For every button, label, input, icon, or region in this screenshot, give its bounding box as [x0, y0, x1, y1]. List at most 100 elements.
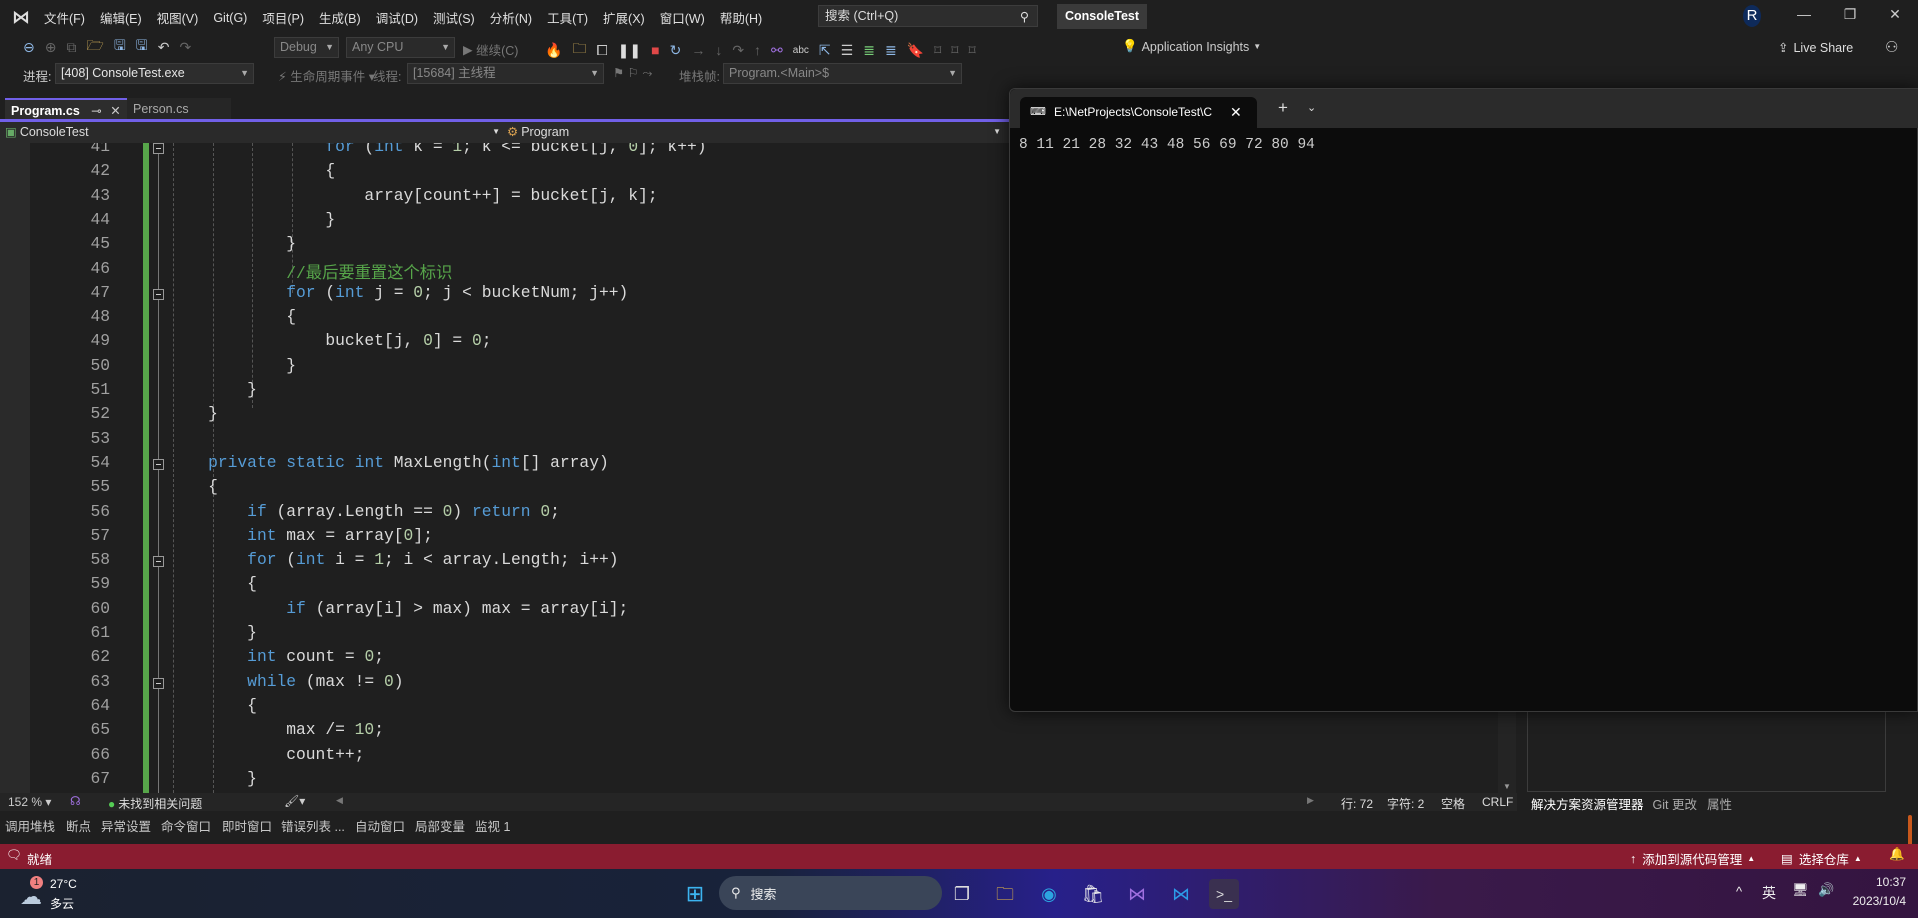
- code-line[interactable]: int count = 0;: [169, 647, 384, 666]
- code-line[interactable]: }: [169, 356, 296, 375]
- ime-indicator[interactable]: 英: [1762, 883, 1776, 903]
- menu-build[interactable]: 生成(B): [319, 8, 361, 27]
- next-bookmark-icon[interactable]: ⌑: [951, 42, 958, 59]
- add-source-control-button[interactable]: ↑ 添加到源代码管理 ▲: [1630, 849, 1755, 868]
- open-file-icon[interactable]: 🗁: [86, 35, 103, 59]
- tab-call-stack[interactable]: 调用堆栈: [5, 816, 55, 835]
- volume-icon[interactable]: 🔊: [1818, 882, 1834, 898]
- spellcheck-icon[interactable]: abc: [793, 45, 809, 56]
- file-explorer-icon[interactable]: 🗀: [990, 879, 1020, 909]
- stackframe-dropdown[interactable]: Program.<Main>$ ▼: [723, 63, 962, 84]
- code-line[interactable]: int max = array[0];: [169, 526, 433, 545]
- undo-icon[interactable]: ↶: [158, 39, 170, 56]
- save-all-icon[interactable]: 🖫: [136, 35, 148, 59]
- diagnostics-icon[interactable]: ⚯: [771, 42, 783, 59]
- clear-bookmark-icon[interactable]: ⌑: [968, 42, 975, 59]
- prev-bookmark-icon[interactable]: ⌑: [934, 42, 941, 59]
- step-into-icon[interactable]: ↓: [715, 42, 722, 58]
- minimize-button[interactable]: —: [1794, 6, 1814, 22]
- type-dropdown[interactable]: ⚙ Program ▼: [507, 124, 1003, 140]
- collapse-icon[interactable]: [153, 556, 164, 568]
- code-line[interactable]: while (max != 0): [169, 672, 403, 691]
- tab-person-cs[interactable]: Person.cs: [127, 98, 231, 120]
- code-line[interactable]: {: [169, 307, 296, 326]
- whitespace-indicator[interactable]: 空格: [1441, 795, 1465, 812]
- terminal-tab[interactable]: ⌨ E:\NetProjects\ConsoleTest\C ✕: [1020, 97, 1257, 128]
- project-dropdown[interactable]: ▣ ConsoleTest ▼: [5, 124, 502, 140]
- menu-view[interactable]: 视图(V): [157, 8, 199, 27]
- taskbar-search[interactable]: ⚲ 搜索: [719, 876, 942, 910]
- code-line[interactable]: array[count++] = bucket[j, k];: [169, 186, 657, 205]
- network-icon[interactable]: 🖥: [1792, 882, 1809, 898]
- code-line[interactable]: }: [169, 769, 257, 788]
- code-line[interactable]: }: [169, 210, 335, 229]
- code-line[interactable]: count++;: [169, 745, 364, 764]
- code-line[interactable]: for (int i = 1; i < array.Length; i++): [169, 550, 618, 569]
- line-indicator[interactable]: 行: 72: [1341, 795, 1373, 812]
- menu-git[interactable]: Git(G): [213, 11, 247, 25]
- configuration-dropdown[interactable]: Debug ▼: [274, 37, 339, 58]
- tab-properties[interactable]: 属性: [1707, 794, 1732, 813]
- comment-icon[interactable]: ≣: [863, 42, 875, 59]
- menu-analyze[interactable]: 分析(N): [490, 8, 532, 27]
- tab-git-changes[interactable]: Git 更改: [1653, 794, 1697, 813]
- code-line[interactable]: max /= 10;: [169, 720, 384, 739]
- terminal-window[interactable]: ⌨ E:\NetProjects\ConsoleTest\C ✕ + ⌄ 8 1…: [1009, 88, 1918, 712]
- flag-thread-icon[interactable]: ⚑ ⚐ ⤳: [613, 65, 652, 81]
- collapse-icon[interactable]: [153, 677, 164, 689]
- clock-date[interactable]: 2023/10/4: [1853, 894, 1906, 908]
- thread-dropdown[interactable]: [15684] 主线程 ▼: [407, 63, 604, 84]
- process-dropdown[interactable]: [408] ConsoleTest.exe ▼: [55, 63, 254, 84]
- indicator-margin[interactable]: [0, 143, 30, 793]
- show-hidden-icons[interactable]: ^: [1736, 884, 1742, 899]
- tab-locals[interactable]: 局部变量: [415, 816, 465, 835]
- code-line[interactable]: for (int k = 1; k <= bucket[j, 0]; k++): [169, 143, 706, 156]
- cursor-icon[interactable]: ⇱: [819, 42, 831, 59]
- menu-window[interactable]: 窗口(W): [660, 8, 705, 27]
- microsoft-store-icon[interactable]: 🛍: [1078, 879, 1108, 909]
- collapse-icon[interactable]: [153, 143, 164, 154]
- continue-button[interactable]: ▶ 继续(C): [463, 40, 518, 59]
- platform-dropdown[interactable]: Any CPU ▼: [346, 37, 455, 58]
- pin-icon[interactable]: ⊸: [91, 104, 101, 118]
- select-repo-button[interactable]: ▤ 选择仓库 ▲: [1781, 849, 1862, 868]
- feedback-icon[interactable]: ⚇: [1885, 38, 1898, 56]
- collapse-icon[interactable]: [153, 288, 164, 300]
- terminal-icon[interactable]: >_: [1209, 879, 1239, 909]
- uncomment-icon[interactable]: ≣: [885, 42, 897, 59]
- zoom-dropdown[interactable]: 152 % ▾: [8, 795, 51, 809]
- window-icon[interactable]: ⧠: [596, 42, 607, 59]
- tab-command-window[interactable]: 命令窗口: [161, 816, 211, 835]
- code-line[interactable]: }: [169, 380, 257, 399]
- code-line[interactable]: private static int MaxLength(int[] array…: [169, 453, 609, 472]
- application-insights-button[interactable]: 💡 Application Insights ▼: [1122, 39, 1261, 54]
- menu-edit[interactable]: 编辑(E): [100, 8, 142, 27]
- new-tab-icon[interactable]: +: [1278, 98, 1288, 118]
- start-windows-icon[interactable]: ⊞: [680, 879, 710, 909]
- bookmark-icon[interactable]: 🔖: [907, 42, 924, 59]
- code-line[interactable]: bucket[j, 0] = 0;: [169, 331, 491, 350]
- close-button[interactable]: ✕: [1885, 6, 1905, 23]
- vscode-icon[interactable]: ⋈: [1166, 879, 1196, 909]
- live-share-button[interactable]: ⇪ Live Share: [1778, 40, 1853, 56]
- scroll-right-icon[interactable]: ▶: [1307, 795, 1314, 806]
- search-input[interactable]: 搜索 (Ctrl+Q) ⚲: [818, 5, 1038, 27]
- code-cleanup-icon[interactable]: 🖌▾: [284, 794, 305, 808]
- redo-icon[interactable]: ↷: [179, 39, 191, 56]
- clock-time[interactable]: 10:37: [1876, 875, 1906, 889]
- menu-test[interactable]: 测试(S): [433, 8, 475, 27]
- format-icon[interactable]: ☰: [841, 42, 854, 59]
- line-ending-indicator[interactable]: CRLF: [1482, 795, 1513, 809]
- char-indicator[interactable]: 字符: 2: [1387, 795, 1424, 812]
- tab-program-cs[interactable]: Program.cs ⊸ ✕: [5, 98, 127, 120]
- lifecycle-events-button[interactable]: ⚡ 生命周期事件 ▾: [278, 66, 375, 85]
- task-view-icon[interactable]: ❐: [947, 879, 977, 909]
- menu-debug[interactable]: 调试(D): [376, 8, 418, 27]
- visual-studio-logo-icon[interactable]: ⋈: [12, 7, 30, 28]
- code-line[interactable]: if (array[i] > max) max = array[i];: [169, 599, 628, 618]
- edge-icon[interactable]: ◉: [1034, 879, 1064, 909]
- avatar[interactable]: R: [1743, 5, 1761, 27]
- tab-autos[interactable]: 自动窗口: [355, 816, 405, 835]
- step-next-icon[interactable]: →: [691, 42, 705, 58]
- code-line[interactable]: for (int j = 0; j < bucketNum; j++): [169, 283, 628, 302]
